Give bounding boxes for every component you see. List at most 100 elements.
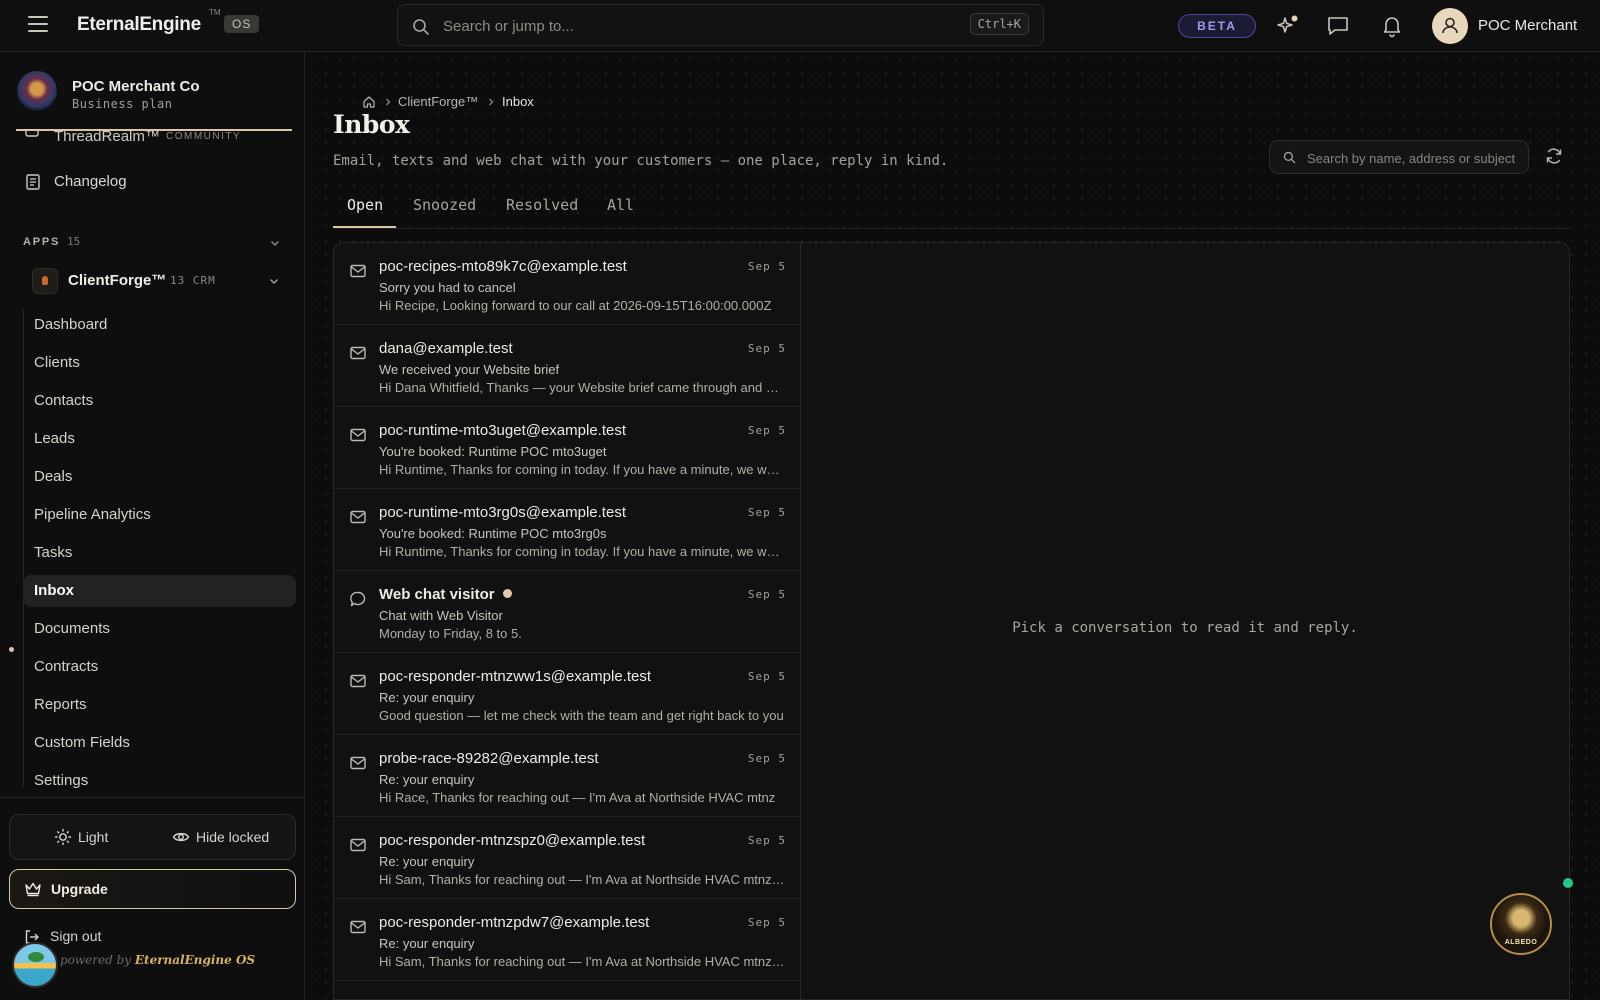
org-plan: Business plan: [72, 97, 173, 111]
sidebar-item-deals[interactable]: Deals: [23, 461, 296, 493]
page-title: Inbox: [333, 110, 410, 139]
page-subtitle: Email, texts and web chat with your cust…: [333, 153, 949, 169]
refresh-icon[interactable]: [1544, 146, 1564, 166]
conversation-item[interactable]: Web chat visitor Sep 5 Chat with Web Visit…: [334, 571, 800, 653]
mail-icon: [350, 838, 366, 852]
empty-state-message: Pick a conversation to read it and reply…: [1012, 620, 1358, 636]
mail-icon: [350, 346, 366, 360]
hide-locked-label: Hide locked: [196, 829, 270, 845]
powered-by-brand: EternalEngine OS: [134, 953, 256, 967]
conversation-snippet: Hi Race, Thanks for reaching out — I'm A…: [379, 790, 776, 805]
unread-indicator: [502, 589, 512, 598]
conversation-item[interactable]: poc-runtime-mto3rg0s@example.test Sep 5 Yo…: [334, 489, 800, 571]
conversation-sender-text: dana@example.test: [379, 340, 513, 357]
theme-toggle-label: Light: [78, 829, 109, 845]
sidebar-item-tasks[interactable]: Tasks: [23, 537, 296, 569]
sidebar-item-custom-fields[interactable]: Custom Fields: [23, 727, 296, 759]
sidebar-item-label: ThreadRealm™: [54, 131, 160, 145]
conversation-date: Sep 5: [747, 506, 786, 519]
sidebar-item-settings[interactable]: Settings: [23, 765, 296, 797]
sidebar-item-reports[interactable]: Reports: [23, 689, 296, 721]
avatar: [1432, 8, 1468, 44]
search-icon: [1283, 151, 1296, 164]
clientforge-logo-icon: [32, 268, 58, 294]
sidebar-item-clients[interactable]: Clients: [23, 347, 296, 379]
global-search[interactable]: Search or jump to... Ctrl+K: [397, 4, 1044, 46]
conversation-sender-text: probe-race-89282@example.test: [379, 750, 599, 767]
inbox-search[interactable]: [1269, 140, 1529, 174]
sidebar-item-contracts[interactable]: Contracts: [23, 651, 296, 683]
beach-avatar-icon[interactable]: [12, 942, 58, 988]
sidebar-item-label: Dashboard: [34, 316, 108, 333]
sidebar-item-pipeline-analytics[interactable]: Pipeline Analytics: [23, 499, 296, 531]
conversation-date: Sep 5: [747, 260, 786, 273]
conversation-reader: Pick a conversation to read it and reply…: [800, 242, 1570, 1000]
apps-section-header[interactable]: APPS 15: [23, 234, 285, 254]
sidebar-item-threadrealm[interactable]: ThreadRealm™ COMMUNITY: [22, 131, 292, 147]
sun-icon: [54, 828, 72, 846]
conversation-item[interactable]: probe-race-89282@example.test Sep 5 Re: yo…: [334, 735, 800, 817]
online-status-dot: [1563, 878, 1573, 888]
upgrade-button[interactable]: Upgrade: [9, 869, 296, 909]
tab-open[interactable]: Open: [347, 196, 383, 214]
assistant-avatar-button[interactable]: ALBEDO: [1490, 893, 1552, 955]
conversation-item[interactable]: poc-responder-mtnzspz0@example.test Sep 5…: [334, 817, 800, 899]
org-name[interactable]: POC Merchant Co: [72, 78, 200, 95]
tab-all[interactable]: All: [607, 196, 634, 214]
sidebar-item-changelog[interactable]: Changelog: [22, 167, 292, 197]
chat-icon[interactable]: [1326, 14, 1350, 38]
mail-icon: [350, 264, 366, 278]
conversation-sender: poc-responder-mtnzww1s@example.test: [379, 668, 651, 685]
tab-snoozed[interactable]: Snoozed: [413, 196, 476, 214]
breadcrumb-clientforge[interactable]: ClientForge™: [398, 94, 478, 109]
powered-by: powered by EternalEngine OS: [60, 953, 255, 967]
conversation-item[interactable]: poc-runtime-mto3uget@example.test Sep 5 Yo…: [334, 407, 800, 489]
upgrade-label: Upgrade: [51, 881, 108, 897]
sidebar-item-contacts[interactable]: Contacts: [23, 385, 296, 417]
conversation-snippet: Hi Sam, Thanks for reaching out — I'm Av…: [379, 954, 786, 969]
conversation-item[interactable]: poc-recipes-mto89k7c@example.test Sep 5 So…: [334, 243, 800, 325]
sidebar-item-inbox[interactable]: Inbox: [23, 575, 296, 607]
conversation-subject: We received your Website brief: [379, 362, 560, 377]
view-toggles: Light Hide locked: [9, 814, 296, 860]
chevron-right-icon: [386, 98, 391, 106]
sidebar-item-dashboard[interactable]: Dashboard: [23, 309, 296, 341]
conversation-sender: poc-responder-mtnzpdw7@example.test: [379, 914, 649, 931]
conversation-date: Sep 5: [747, 834, 786, 847]
sidebar-item-label: Leads: [34, 430, 75, 447]
sidebar: POC Merchant Co Business plan ThreadReal…: [0, 52, 305, 1000]
sidebar-item-label: Tasks: [34, 544, 73, 561]
conversation-subject: Re: your enquiry: [379, 854, 475, 869]
sparkle-icon[interactable]: [1276, 14, 1300, 38]
app-clientforge[interactable]: ClientForge™ 13 CRM: [22, 264, 292, 298]
inbox-search-input[interactable]: [1305, 141, 1528, 173]
menu-icon[interactable]: [28, 16, 48, 34]
conversation-sender-text: poc-responder-mtnzww1s@example.test: [379, 668, 651, 685]
conversation-subject: Re: your enquiry: [379, 690, 475, 705]
home-icon[interactable]: [362, 95, 376, 109]
brand-logo[interactable]: EternalEngine: [77, 14, 201, 36]
conversation-item[interactable]: dana@example.test Sep 5 We received your W…: [334, 325, 800, 407]
eye-icon: [172, 832, 190, 842]
channel-icon: [349, 344, 367, 365]
conversation-list: poc-recipes-mto89k7c@example.test Sep 5 So…: [333, 242, 800, 1000]
conversation-snippet: Hi Dana Whitfield, Thanks — your Website…: [379, 380, 786, 395]
app-nav: Dashboard Clients Contacts Leads Deals Pipeli…: [23, 309, 296, 803]
conversation-item[interactable]: poc-responder-mtnzpdw7@example.test Sep 5…: [334, 899, 800, 981]
mail-icon: [350, 428, 366, 442]
conversation-subject: You're booked: Runtime POC mto3rg0s: [379, 526, 607, 541]
bell-icon[interactable]: [1380, 14, 1404, 38]
conversation-snippet: Hi Recipe, Looking forward to our call a…: [379, 298, 772, 313]
sidebar-item-documents[interactable]: Documents: [23, 613, 296, 645]
active-tab-indicator: [333, 226, 396, 228]
sidebar-item-leads[interactable]: Leads: [23, 423, 296, 455]
sidebar-item-label: Settings: [34, 772, 89, 789]
conversation-item[interactable]: poc-responder-mtnzww1s@example.test Sep 5…: [334, 653, 800, 735]
channel-icon: [349, 754, 367, 775]
channel-icon: [349, 262, 367, 283]
tab-resolved[interactable]: Resolved: [506, 196, 578, 214]
conversation-subject: You're booked: Runtime POC mto3uget: [379, 444, 607, 459]
channel-icon: [349, 672, 367, 693]
org-logo[interactable]: [17, 71, 57, 111]
conversation-sender: dana@example.test: [379, 340, 513, 357]
